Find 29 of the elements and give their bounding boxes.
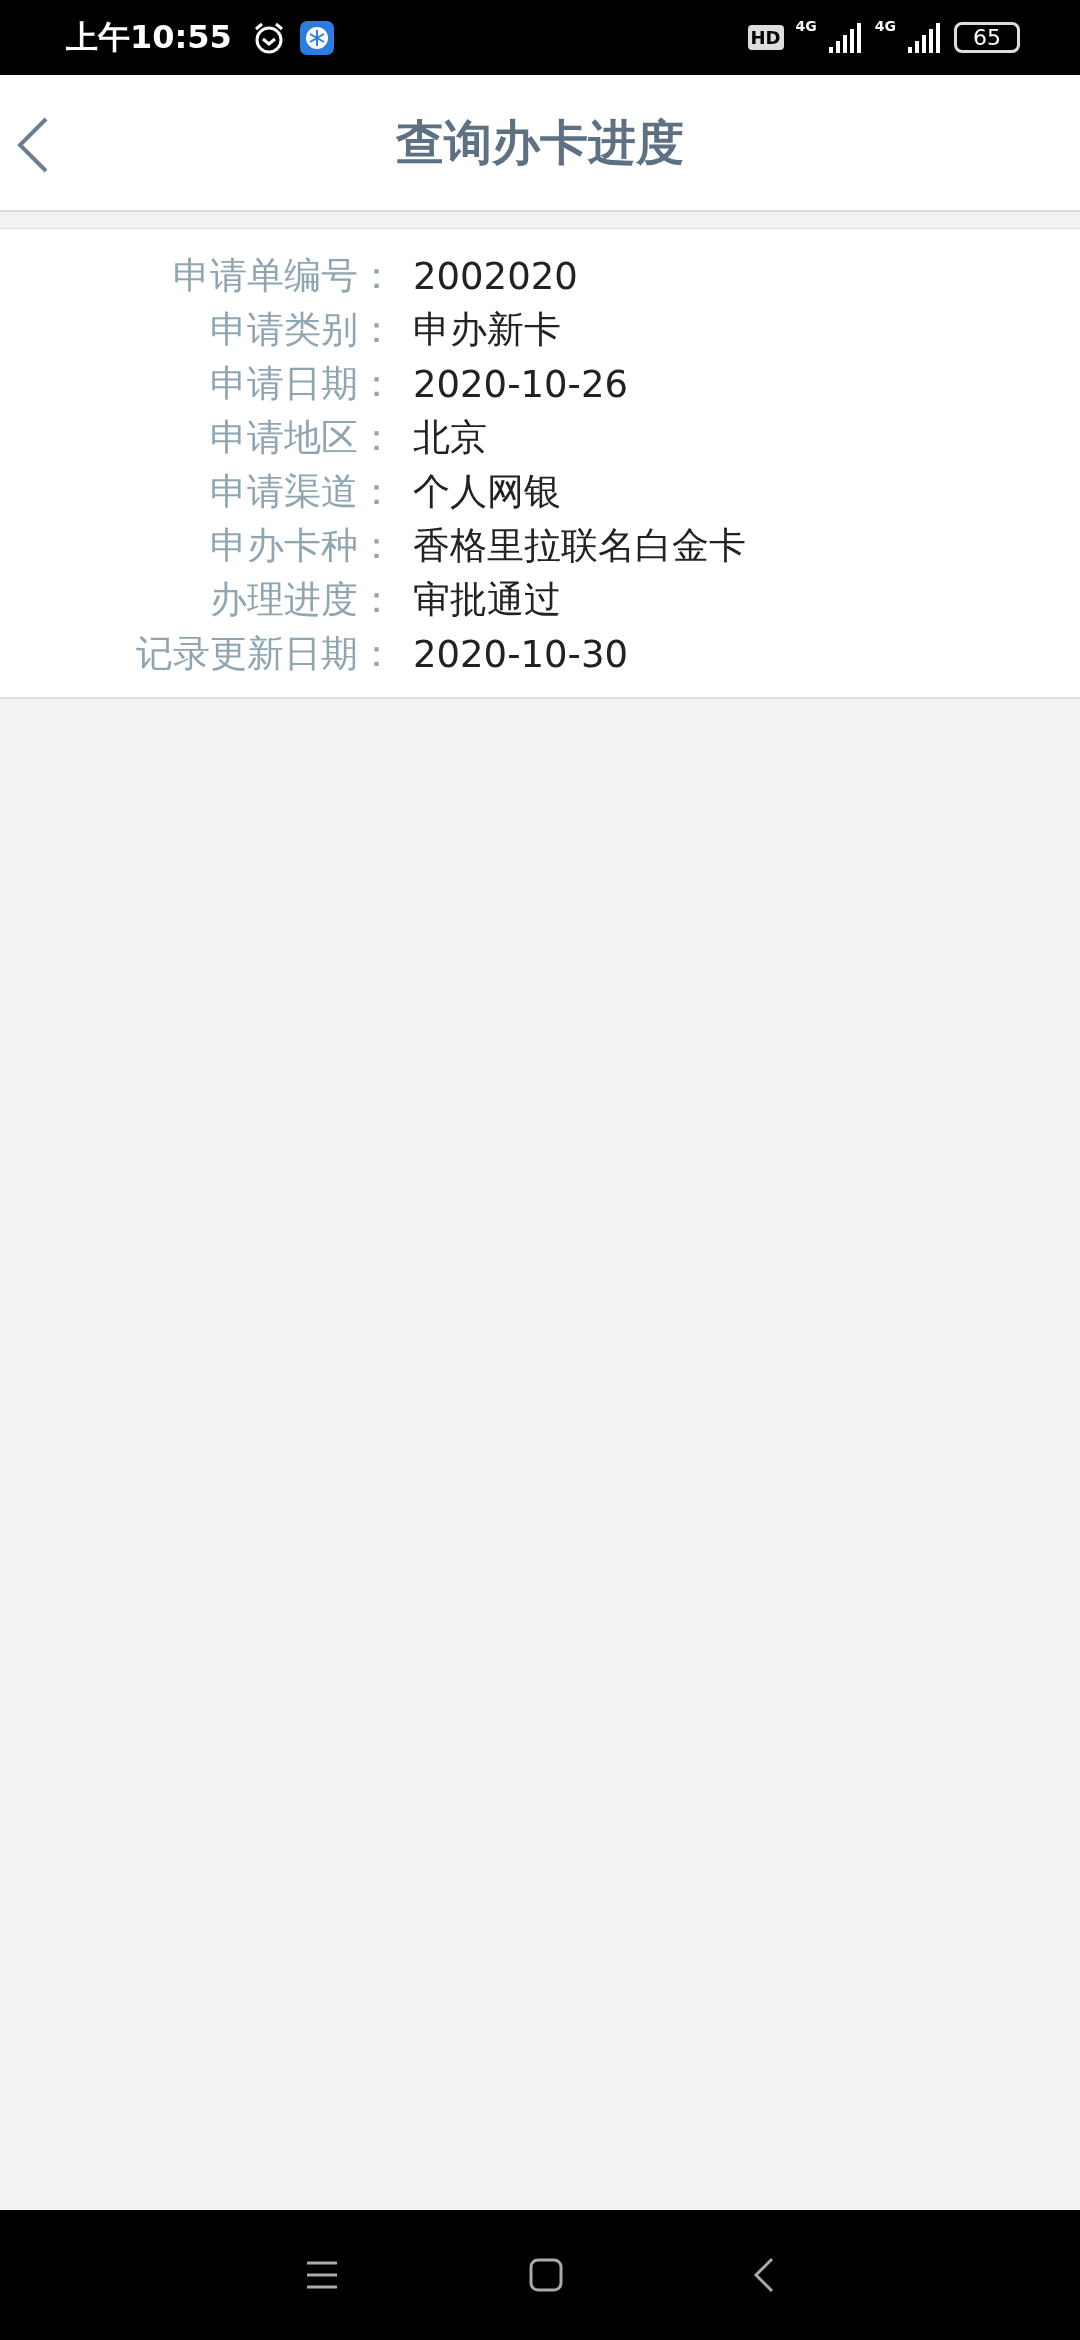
field-label: 申请日期： xyxy=(210,361,395,407)
signal-icon xyxy=(908,22,942,53)
back-icon[interactable] xyxy=(753,2257,775,2293)
field-label: 申请类别： xyxy=(210,307,395,353)
field-label: 申请渠道： xyxy=(210,469,395,515)
network-label: 4G xyxy=(795,18,817,34)
field-value: 2020-10-30 xyxy=(412,632,629,676)
field-value: 申办新卡 xyxy=(412,307,561,353)
field-value: 2020-10-26 xyxy=(412,362,629,406)
field-value: 个人网银 xyxy=(412,469,561,515)
page-title: 查询办卡进度 xyxy=(396,112,684,172)
field-label: 申请单编号： xyxy=(173,253,395,299)
field-label: 申办卡种： xyxy=(210,523,395,569)
menu-icon[interactable] xyxy=(305,2260,339,2290)
signal-icon xyxy=(828,22,863,53)
battery-level: 65 xyxy=(954,22,1020,53)
field-label: 申请地区： xyxy=(210,415,395,461)
network-label: 4G xyxy=(874,18,896,34)
field-label: 记录更新日期： xyxy=(136,631,395,677)
field-value: 香格里拉联名白金卡 xyxy=(412,523,746,569)
field-value: 北京 xyxy=(412,415,487,461)
field-label: 办理进度： xyxy=(210,577,395,623)
snowflake-app-icon xyxy=(299,20,334,55)
hd-badge: HD xyxy=(747,25,784,50)
field-value: 审批通过 xyxy=(412,577,561,623)
field-value: 2002020 xyxy=(412,254,578,298)
status-time: 上午10:55 xyxy=(66,16,232,58)
back-button[interactable] xyxy=(16,115,50,175)
home-icon[interactable] xyxy=(529,2258,563,2292)
